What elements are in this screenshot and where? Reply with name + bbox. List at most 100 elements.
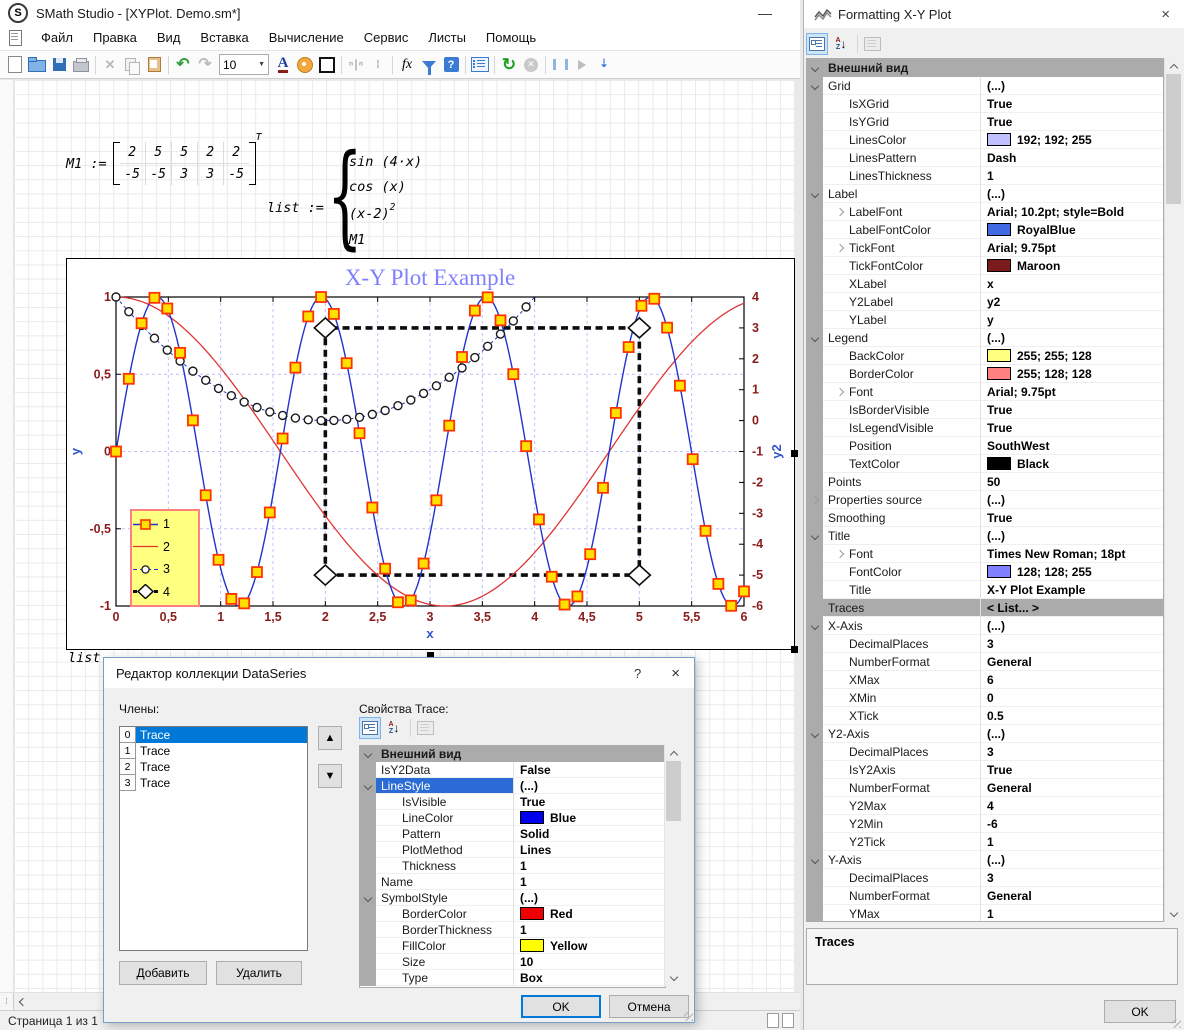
property-row-fontcolor[interactable]: FontColor128; 128; 255 xyxy=(807,563,1163,581)
help-insert-button[interactable]: ? xyxy=(440,54,462,76)
property-value[interactable]: 10 xyxy=(514,954,665,970)
property-value[interactable]: Black xyxy=(981,455,1163,473)
property-row-linescolor[interactable]: LinesColor192; 192; 255 xyxy=(807,131,1163,149)
view-mode-buttons[interactable] xyxy=(764,1013,794,1028)
chevron-down-icon[interactable] xyxy=(364,750,372,758)
property-row-numberformat[interactable]: NumberFormatGeneral xyxy=(807,887,1163,905)
member-item-3[interactable]: 3Trace xyxy=(120,775,307,791)
property-row-tickfont[interactable]: TickFontArial; 9.75pt xyxy=(807,239,1163,257)
property-row-y2tick[interactable]: Y2Tick1 xyxy=(807,833,1163,851)
property-row-thickness[interactable]: Thickness1 xyxy=(360,858,665,874)
chevron-down-icon[interactable] xyxy=(811,856,819,864)
property-row-linestyle[interactable]: LineStyle(...) xyxy=(360,778,665,794)
property-value[interactable]: (...) xyxy=(514,890,665,906)
function-button[interactable]: fx xyxy=(396,54,418,76)
save-button[interactable] xyxy=(48,54,70,76)
property-value[interactable]: X-Y Plot Example xyxy=(981,581,1163,599)
property-row-name[interactable]: Name1 xyxy=(360,874,665,890)
plot-resize-handle-corner[interactable] xyxy=(791,646,798,653)
property-row-title[interactable]: Title(...) xyxy=(807,527,1163,545)
property-value[interactable]: 255; 128; 128 xyxy=(981,365,1163,383)
move-down-button[interactable]: ▼ xyxy=(318,764,342,788)
property-row-position[interactable]: PositionSouthWest xyxy=(807,437,1163,455)
alphabetical-sort-button[interactable]: AZ↓ xyxy=(830,33,852,55)
property-row-y2max[interactable]: Y2Max4 xyxy=(807,797,1163,815)
property-value[interactable]: (...) xyxy=(514,778,665,794)
property-row-bordercolor[interactable]: BorderColorRed xyxy=(360,906,665,922)
splitter-handle[interactable]: ⁞ xyxy=(0,993,14,1010)
property-value[interactable]: 4 xyxy=(981,797,1163,815)
property-value[interactable]: True xyxy=(981,509,1163,527)
scrollbar-thumb[interactable] xyxy=(666,761,681,821)
dialog-close-button[interactable]: × xyxy=(671,665,680,682)
property-value[interactable] xyxy=(981,59,1163,77)
property-row-y2min[interactable]: Y2Min-6 xyxy=(807,815,1163,833)
property-value[interactable]: Lines xyxy=(514,842,665,858)
property-row-ylabel[interactable]: YLabely xyxy=(807,311,1163,329)
print-button[interactable] xyxy=(70,54,92,76)
property-row-legend[interactable]: Legend(...) xyxy=(807,329,1163,347)
property-row-font[interactable]: FontTimes New Roman; 18pt xyxy=(807,545,1163,563)
property-value[interactable]: True xyxy=(981,113,1163,131)
property-value[interactable]: 0 xyxy=(981,689,1163,707)
property-row-isbordervisible[interactable]: IsBorderVisibleTrue xyxy=(807,401,1163,419)
fraction-button[interactable]: ⁞ xyxy=(367,54,389,76)
stop-button[interactable]: ✕ xyxy=(520,54,542,76)
options-button[interactable] xyxy=(469,54,491,76)
units-button[interactable]: ⁿ∣ⁿ xyxy=(345,54,367,76)
member-item-1[interactable]: 1Trace xyxy=(120,743,307,759)
menu-файл[interactable]: Файл xyxy=(31,30,83,45)
property-row-labelfontcolor[interactable]: LabelFontColorRoyalBlue xyxy=(807,221,1163,239)
property-row-isvisible[interactable]: IsVisibleTrue xyxy=(360,794,665,810)
property-value[interactable]: y2 xyxy=(981,293,1163,311)
member-item-2[interactable]: 2Trace xyxy=(120,759,307,775)
property-row-tickfontcolor[interactable]: TickFontColorMaroon xyxy=(807,257,1163,275)
property-value[interactable]: Times New Roman; 18pt xyxy=(981,545,1163,563)
property-value[interactable]: < List... > xyxy=(981,599,1163,617)
property-value[interactable]: SouthWest xyxy=(981,437,1163,455)
property-row-numberformat[interactable]: NumberFormatGeneral xyxy=(807,779,1163,797)
property-row-linecolor[interactable]: LineColorBlue xyxy=(360,810,665,826)
menu-листы[interactable]: Листы xyxy=(418,30,476,45)
chevron-down-icon[interactable] xyxy=(364,782,372,790)
paste-button[interactable] xyxy=(143,54,165,76)
property-value[interactable]: 255; 255; 128 xyxy=(981,347,1163,365)
property-row-xtick[interactable]: XTick0.5 xyxy=(807,707,1163,725)
chevron-down-icon[interactable] xyxy=(811,334,819,342)
menu-вид[interactable]: Вид xyxy=(147,30,191,45)
recalculate-button[interactable]: ↻ xyxy=(498,54,520,76)
property-value[interactable]: 1 xyxy=(514,922,665,938)
move-up-button[interactable]: ▲ xyxy=(318,726,342,750)
clipped-expression[interactable]: list xyxy=(68,650,101,666)
menu-вставка[interactable]: Вставка xyxy=(190,30,258,45)
panel-resize-grip[interactable] xyxy=(1172,1019,1181,1028)
property-value[interactable]: 6 xyxy=(981,671,1163,689)
scroll-up-button[interactable] xyxy=(1165,58,1182,74)
property-row-traces[interactable]: Traces< List... > xyxy=(807,599,1163,617)
pause-button[interactable] xyxy=(549,54,571,76)
property-row-isygrid[interactable]: IsYGridTrue xyxy=(807,113,1163,131)
plot-legend[interactable]: 1234 xyxy=(130,509,200,607)
property-value[interactable]: Maroon xyxy=(981,257,1163,275)
property-row-isxgrid[interactable]: IsXGridTrue xyxy=(807,95,1163,113)
property-value[interactable]: Arial; 10.2pt; style=Bold xyxy=(981,203,1163,221)
property-row-внешний-вид[interactable]: Внешний вид xyxy=(807,59,1163,77)
property-row-numberformat[interactable]: NumberFormatGeneral xyxy=(807,653,1163,671)
property-value[interactable]: (...) xyxy=(981,617,1163,635)
background-color-button[interactable] xyxy=(294,54,316,76)
property-value[interactable]: 3 xyxy=(981,635,1163,653)
property-value[interactable]: 192; 192; 255 xyxy=(981,131,1163,149)
categorized-button[interactable] xyxy=(359,717,381,739)
property-value[interactable]: True xyxy=(514,794,665,810)
property-value[interactable]: True xyxy=(981,419,1163,437)
chevron-right-icon[interactable] xyxy=(836,387,844,395)
property-row-ymax[interactable]: YMax1 xyxy=(807,905,1163,922)
property-value[interactable]: (...) xyxy=(981,77,1163,95)
property-row-backcolor[interactable]: BackColor255; 255; 128 xyxy=(807,347,1163,365)
property-value[interactable]: RoyalBlue xyxy=(981,221,1163,239)
property-value[interactable]: Box xyxy=(514,970,665,986)
property-pages-button[interactable] xyxy=(861,33,883,55)
property-row-y2-axis[interactable]: Y2-Axis(...) xyxy=(807,725,1163,743)
property-value[interactable]: (...) xyxy=(981,851,1163,869)
property-row-decimalplaces[interactable]: DecimalPlaces3 xyxy=(807,743,1163,761)
